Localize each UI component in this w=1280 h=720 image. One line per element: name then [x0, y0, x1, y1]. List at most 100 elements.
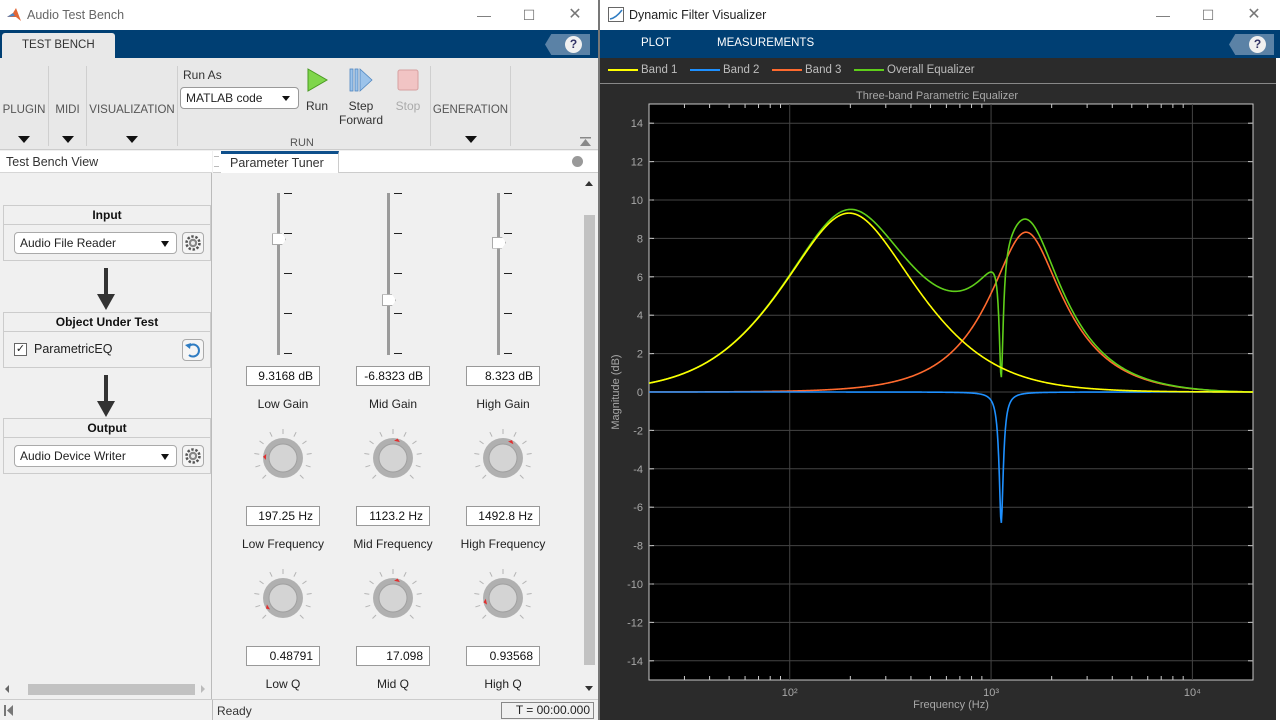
low-gain-slider[interactable]: [272, 193, 315, 359]
scroll-thumb[interactable]: [28, 684, 195, 695]
mid-gain-slider[interactable]: [382, 193, 425, 359]
legend-swatch: [772, 68, 802, 71]
slider-tick: [504, 353, 512, 354]
maximize-button[interactable]: ☐: [518, 5, 540, 25]
midi-menu[interactable]: MIDI: [49, 66, 87, 146]
close-button[interactable]: ✕: [1243, 5, 1265, 25]
close-button[interactable]: ✕: [564, 5, 586, 25]
y-tick-label: 12: [631, 157, 643, 169]
help-button[interactable]: ?: [565, 36, 582, 53]
legend-item-band-3[interactable]: Band 3: [772, 64, 841, 76]
mid-frequency-field[interactable]: 1123.2 Hz: [356, 506, 430, 526]
help-button[interactable]: ?: [1249, 36, 1266, 53]
mid-q-knob[interactable]: [363, 568, 423, 628]
maximize-button[interactable]: ☐: [1197, 5, 1219, 25]
chevron-down-icon: [161, 241, 169, 247]
chevron-down-icon: [61, 136, 74, 143]
knob-tick: [475, 604, 481, 608]
low-gain-field[interactable]: 9.3168 dB: [246, 366, 320, 386]
knob-tick: [416, 592, 422, 595]
minimize-button[interactable]: —: [1152, 5, 1174, 25]
scroll-right-icon[interactable]: [201, 685, 205, 693]
output-dropdown[interactable]: Audio Device Writer: [14, 445, 177, 467]
x-tick-label: 10³: [983, 687, 999, 699]
collapse-toolstrip-icon[interactable]: [580, 137, 591, 147]
frequency-response-plot[interactable]: Three-band Parametric Equalizer Frequenc…: [600, 86, 1276, 720]
first-frame-icon[interactable]: [4, 705, 14, 716]
status-text: Ready: [217, 704, 252, 718]
high-gain-slider[interactable]: [492, 193, 535, 359]
y-tick-label: -2: [633, 425, 643, 437]
run-button[interactable]: Run: [305, 68, 329, 113]
object-title: Object Under Test: [4, 313, 210, 332]
legend-item-overall[interactable]: Overall Equalizer: [854, 64, 975, 76]
knob-tick: [415, 464, 421, 468]
scroll-up-icon[interactable]: [585, 181, 593, 186]
high-q-field[interactable]: 0.93568: [466, 646, 540, 666]
slider-thumb[interactable]: [492, 236, 506, 249]
knob-tick: [379, 571, 383, 577]
step-forward-button[interactable]: Step Forward: [339, 68, 383, 127]
mid-q-field[interactable]: 17.098: [356, 646, 430, 666]
high-frequency-knob[interactable]: [473, 428, 533, 488]
knob-tick: [522, 580, 527, 585]
run-as-dropdown[interactable]: MATLAB code: [180, 87, 299, 109]
slider-tick: [504, 313, 512, 314]
knob-tick: [254, 452, 260, 455]
panel-menu-icon[interactable]: [572, 156, 583, 167]
step-label-1: Step: [348, 99, 374, 113]
scroll-thumb[interactable]: [584, 215, 595, 665]
low-frequency-knob[interactable]: [253, 428, 313, 488]
vertical-scrollbar[interactable]: [582, 173, 596, 699]
high-q-knob[interactable]: [473, 568, 533, 628]
tab-plot[interactable]: PLOT: [641, 37, 671, 49]
reset-button[interactable]: [182, 339, 204, 361]
scroll-left-icon[interactable]: [5, 685, 9, 693]
object-under-test-box: Object Under Test ✓ ParametricEQ: [3, 312, 211, 368]
slider-tick: [504, 273, 512, 274]
legend-label: Band 1: [641, 64, 678, 76]
visualization-menu[interactable]: VISUALIZATION: [87, 66, 178, 146]
mid-frequency-knob[interactable]: [363, 428, 423, 488]
horizontal-scrollbar[interactable]: [0, 680, 212, 698]
knob-tick: [306, 592, 312, 595]
input-dropdown[interactable]: Audio File Reader: [14, 232, 177, 254]
grip-icon[interactable]: [214, 156, 219, 167]
chevron-down-icon: [126, 136, 138, 143]
slider-thumb[interactable]: [382, 294, 396, 307]
knob-tick: [403, 431, 407, 437]
legend-item-band-2[interactable]: Band 2: [690, 64, 759, 76]
stop-label: Stop: [395, 99, 421, 113]
slider-track[interactable]: [497, 193, 500, 355]
legend-item-band-1[interactable]: Band 1: [608, 64, 677, 76]
run-as-value: MATLAB code: [186, 91, 263, 105]
tab-parameter-tuner[interactable]: Parameter Tuner: [221, 151, 339, 174]
slider-tick: [394, 273, 402, 274]
input-title: Input: [4, 206, 210, 225]
tab-measurements[interactable]: MEASUREMENTS: [717, 37, 814, 49]
slider-track[interactable]: [387, 193, 390, 355]
object-enabled-checkbox[interactable]: ✓: [14, 343, 27, 356]
generation-menu[interactable]: GENERATION: [431, 66, 511, 146]
high-gain-field[interactable]: 8.323 dB: [466, 366, 540, 386]
time-readout: T = 00:00.000: [501, 702, 594, 719]
input-settings-button[interactable]: [182, 232, 204, 254]
slider-thumb[interactable]: [272, 233, 286, 246]
scroll-down-icon[interactable]: [585, 686, 593, 691]
knob-tick: [379, 431, 383, 437]
knob-tick: [412, 440, 417, 445]
low-q-field[interactable]: 0.48791: [246, 646, 320, 666]
mid-gain-field[interactable]: -6.8323 dB: [356, 366, 430, 386]
plugin-menu[interactable]: PLUGIN: [0, 66, 49, 146]
tab-test-bench[interactable]: TEST BENCH: [2, 33, 115, 60]
low-frequency-field[interactable]: 197.25 Hz: [246, 506, 320, 526]
output-settings-button[interactable]: [182, 445, 204, 467]
slider-track[interactable]: [277, 193, 280, 355]
visualization-label: VISUALIZATION: [89, 104, 175, 116]
high-gain-label: High Gain: [476, 397, 530, 411]
high-frequency-field[interactable]: 1492.8 Hz: [466, 506, 540, 526]
stop-button[interactable]: Stop: [395, 68, 421, 113]
low-q-knob[interactable]: [253, 568, 313, 628]
minimize-button[interactable]: —: [473, 5, 495, 25]
knob-tick: [372, 474, 377, 479]
